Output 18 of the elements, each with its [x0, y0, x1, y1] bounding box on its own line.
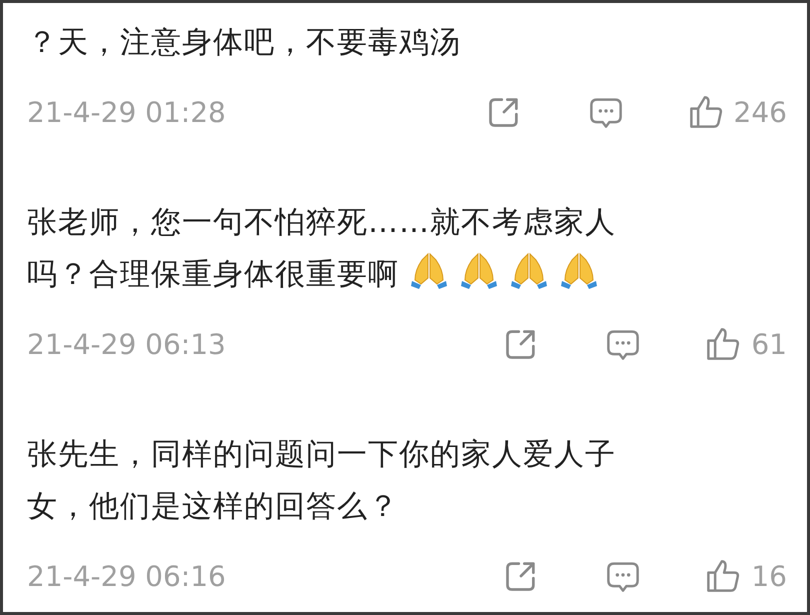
thumbs-up-icon[interactable]	[705, 558, 742, 594]
like-count: 246	[734, 96, 787, 128]
comment-text: 吗？合理保重身体很重要啊	[27, 257, 399, 292]
praying-hands-icon	[459, 250, 499, 290]
thumbs-up-icon[interactable]	[688, 94, 724, 130]
comment-time: 21-4-29 01:28	[27, 96, 227, 128]
thumbs-up-icon[interactable]	[705, 326, 742, 362]
praying-hands-icon	[409, 250, 449, 290]
comment-text: 女，他们是这样的回答么？	[27, 489, 399, 524]
praying-hands-icon	[559, 250, 599, 290]
like-count: 61	[751, 328, 787, 360]
comment-text: 张老师，您一句不怕猝死……就不考虑家人	[27, 205, 616, 240]
comment-time: 21-4-29 06:13	[27, 328, 227, 360]
comment-text: 张先生，同样的问题问一下你的家人爱人子	[27, 437, 616, 472]
like-count: 16	[751, 560, 787, 592]
comment-text: ？天，注意身体吧，不要毒鸡汤	[27, 25, 461, 60]
comment-time: 21-4-29 06:16	[27, 560, 227, 592]
praying-hands-icon	[509, 250, 549, 290]
